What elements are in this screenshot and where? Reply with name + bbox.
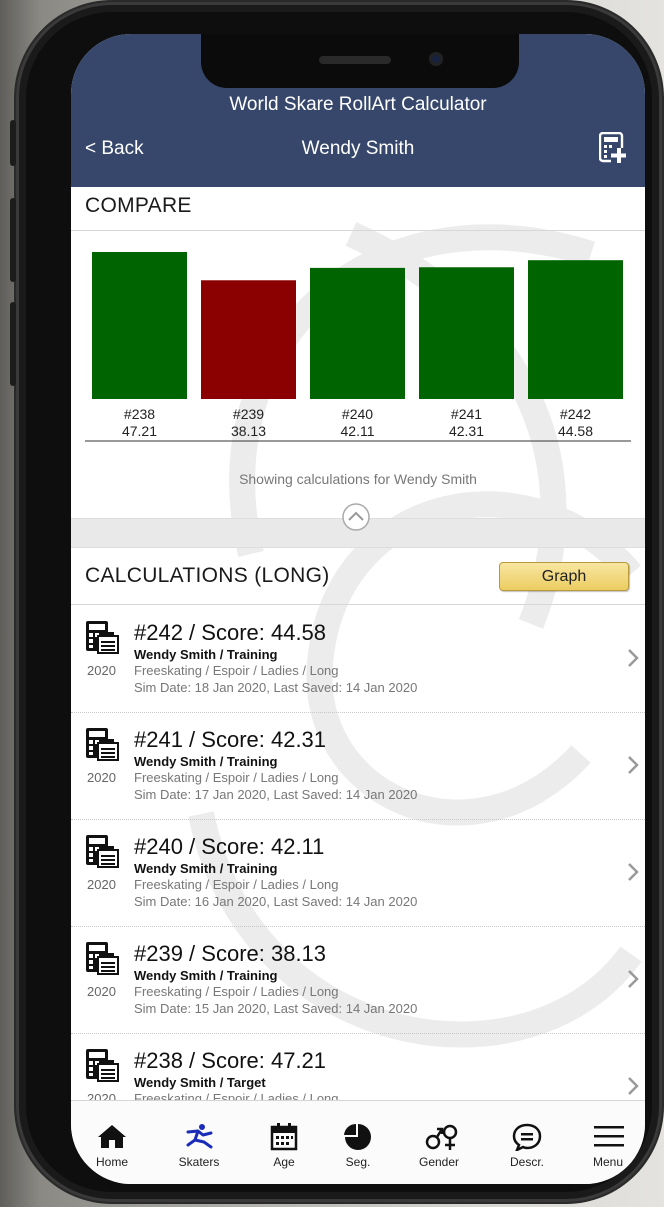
calc-subtitle: Wendy Smith / Training <box>134 861 278 876</box>
chart-bar[interactable] <box>528 260 623 399</box>
calculator-icon <box>86 835 119 868</box>
calc-description: Freeskating / Espoir / Ladies / Long <box>134 984 339 999</box>
tab-label: Home <box>95 1155 128 1169</box>
tab-label: Skaters <box>178 1155 220 1169</box>
calc-year: 2020 <box>87 984 116 999</box>
calculations-title: CALCULATIONS (LONG) <box>85 564 330 587</box>
chart-bar[interactable] <box>201 280 296 399</box>
calc-description: Freeskating / Espoir / Ladies / Long <box>134 877 339 892</box>
calc-subtitle: Wendy Smith / Training <box>134 968 278 983</box>
home-icon <box>98 1125 126 1148</box>
calc-title: #240 / Score: 42.11 <box>134 834 325 859</box>
calc-subtitle: Wendy Smith / Training <box>134 754 278 769</box>
chevron-right-icon <box>628 1077 639 1095</box>
calc-dates: Sim Date: 15 Jan 2020, Last Saved: 14 Ja… <box>134 1001 418 1016</box>
calc-subtitle: Wendy Smith / Training <box>134 647 278 662</box>
compare-title: COMPARE <box>85 194 192 217</box>
gender-icon <box>425 1124 458 1150</box>
calc-description: Freeskating / Espoir / Ladies / Long <box>134 663 339 678</box>
calculator-icon <box>86 942 119 975</box>
calc-year: 2020 <box>87 663 116 678</box>
bar-value-label: 42.31 <box>449 423 484 439</box>
bar-category-label: #242 <box>560 406 591 422</box>
tab-description[interactable]: Descr. <box>495 1101 559 1177</box>
chevron-right-icon <box>628 756 639 774</box>
hamburger-menu-icon <box>594 1126 624 1147</box>
calc-description: Freeskating / Espoir / Ladies / Long <box>134 770 339 785</box>
chevron-right-icon <box>628 863 639 881</box>
divider <box>71 230 645 231</box>
bar-category-label: #238 <box>124 406 155 422</box>
calculator-icon <box>86 1049 119 1082</box>
phone-frame: World Skare RollArt Calculator < Back We… <box>10 2 662 1202</box>
chart-caption: Showing calculations for Wendy Smith <box>239 471 477 487</box>
calc-title: #241 / Score: 42.31 <box>134 727 327 752</box>
calc-dates: Sim Date: 18 Jan 2020, Last Saved: 14 Ja… <box>134 680 418 695</box>
list-item[interactable]: 2020 #239 / Score: 38.13 Wendy Smith / Tra… <box>71 927 645 1034</box>
phone-notch <box>201 34 519 88</box>
calc-title: #239 / Score: 38.13 <box>134 941 327 966</box>
tab-segment[interactable]: Seg. <box>326 1101 390 1177</box>
pie-chart-icon <box>344 1123 371 1150</box>
tab-label: Menu <box>592 1155 624 1169</box>
skater-icon <box>186 1124 213 1149</box>
chart-bar[interactable] <box>310 267 405 399</box>
tab-menu[interactable]: Menu <box>576 1101 640 1177</box>
tab-label: Seg. <box>345 1155 371 1169</box>
bar-value-label: 47.21 <box>122 423 157 439</box>
calc-title: #238 / Score: 47.21 <box>134 1048 327 1073</box>
tab-label: Descr. <box>509 1155 544 1169</box>
bar-value-label: 44.58 <box>558 423 593 439</box>
tab-home[interactable]: Home <box>80 1101 144 1177</box>
divider <box>71 604 645 605</box>
list-item[interactable]: 2020 #242 / Score: 44.58 Wendy Smith / Tra… <box>71 606 645 713</box>
chart-bar[interactable] <box>419 267 514 399</box>
bar-value-label: 42.11 <box>341 423 375 439</box>
calc-title: #242 / Score: 44.58 <box>134 620 327 645</box>
app-title: World Skare RollArt Calculator <box>229 94 487 115</box>
app-screen: World Skare RollArt Calculator < Back We… <box>71 34 645 1184</box>
bar-category-label: #241 <box>451 406 482 422</box>
bottom-tab-bar: Home Skaters Age Seg. Gender Descr. Menu <box>71 1100 645 1184</box>
bar-value-label: 38.13 <box>231 423 266 439</box>
calculations-list: 2020 #242 / Score: 44.58 Wendy Smith / Tra… <box>71 606 645 1141</box>
list-item[interactable]: 2020 #241 / Score: 42.31 Wendy Smith / Tra… <box>71 713 645 820</box>
volume-up-button <box>10 198 16 282</box>
chart-bar[interactable] <box>92 252 187 399</box>
graph-button[interactable]: Graph <box>499 562 629 591</box>
compare-bar-chart: #23847.21 #23938.13 #24042.11 #24142.31 #242… <box>85 252 631 442</box>
bar-category-label: #240 <box>342 406 373 422</box>
add-calculation-icon[interactable] <box>599 132 627 164</box>
tab-gender[interactable]: Gender <box>407 1101 471 1177</box>
bar-category-label: #239 <box>233 406 264 422</box>
calc-dates: Sim Date: 17 Jan 2020, Last Saved: 14 Ja… <box>134 787 418 802</box>
tab-skaters[interactable]: Skaters <box>167 1101 231 1177</box>
list-item[interactable]: 2020 #240 / Score: 42.11 Wendy Smith / Tra… <box>71 820 645 927</box>
collapse-chevron-up-icon[interactable] <box>341 502 371 532</box>
calculator-icon <box>86 728 119 761</box>
calc-dates: Sim Date: 16 Jan 2020, Last Saved: 14 Ja… <box>134 894 418 909</box>
calendar-icon <box>270 1123 298 1151</box>
calculator-icon <box>86 621 119 654</box>
chevron-right-icon <box>628 649 639 667</box>
speech-bubble-icon <box>512 1123 542 1151</box>
tab-label: Gender <box>418 1155 460 1169</box>
volume-down-button <box>10 302 16 386</box>
tab-age[interactable]: Age <box>252 1101 316 1177</box>
page-title: Wendy Smith <box>301 138 415 159</box>
mute-switch <box>10 120 16 166</box>
camera-dot <box>429 52 443 66</box>
chevron-right-icon <box>628 970 639 988</box>
calc-subtitle: Wendy Smith / Target <box>134 1075 266 1090</box>
calc-year: 2020 <box>87 770 116 785</box>
calc-year: 2020 <box>87 877 116 892</box>
speaker-grille <box>319 56 391 64</box>
tab-label: Age <box>273 1155 295 1169</box>
